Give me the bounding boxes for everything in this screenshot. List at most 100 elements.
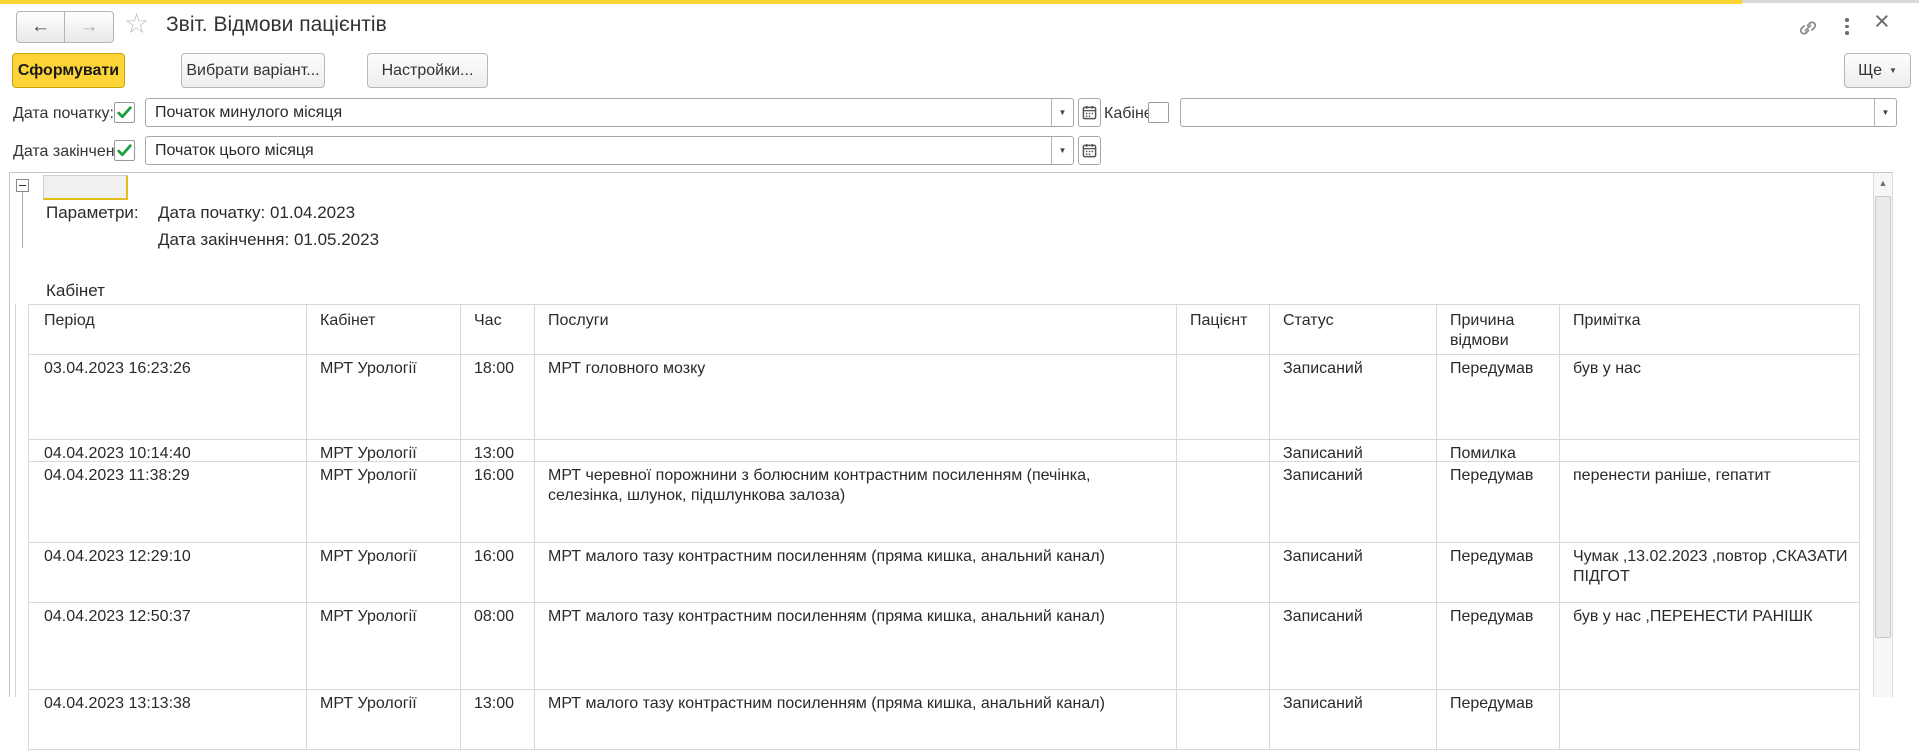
end-date-calendar-button[interactable]: [1078, 136, 1101, 165]
column-header-cabinet[interactable]: Кабінет: [307, 305, 461, 354]
end-date-dropdown-button[interactable]: ▼: [1051, 137, 1073, 164]
cell-patient[interactable]: [1177, 355, 1270, 439]
column-header-status[interactable]: Статус: [1270, 305, 1437, 354]
column-header-note[interactable]: Примітка: [1560, 305, 1860, 354]
end-date-checkbox[interactable]: [114, 140, 135, 161]
cell-cabinet[interactable]: МРТ Урології: [307, 440, 461, 461]
cell-cabinet[interactable]: МРТ Урології: [307, 690, 461, 749]
column-header-services[interactable]: Послуги: [535, 305, 1177, 354]
checkmark-icon: [116, 104, 133, 121]
generate-button[interactable]: Сформувати: [12, 53, 125, 88]
cell-note[interactable]: Чумак ,13.02.2023 ,повтор ,СКАЗАТИ ПІДГО…: [1560, 543, 1860, 602]
cell-reason[interactable]: Передумав: [1437, 690, 1560, 749]
column-header-patient[interactable]: Пацієнт: [1177, 305, 1270, 354]
cell-note[interactable]: [1560, 690, 1860, 749]
param-start-date: Дата початку: 01.04.2023: [158, 203, 355, 223]
cell-services[interactable]: [535, 440, 1177, 461]
cell-patient[interactable]: [1177, 462, 1270, 542]
cell-period[interactable]: 04.04.2023 13:13:38: [28, 690, 307, 749]
start-date-dropdown-button[interactable]: ▼: [1051, 99, 1073, 126]
report-area-border: [9, 172, 1893, 173]
cabinet-combobox[interactable]: ▼: [1180, 98, 1897, 127]
cell-status[interactable]: Записаний: [1270, 543, 1437, 602]
column-header-time[interactable]: Час: [461, 305, 535, 354]
cell-note[interactable]: був у нас ,ПЕРЕНЕСТИ РАНІШК: [1560, 603, 1860, 689]
cell-period[interactable]: 03.04.2023 16:23:26: [28, 355, 307, 439]
calendar-icon: [1082, 143, 1097, 158]
collapse-group-button[interactable]: [16, 179, 29, 192]
cell-patient[interactable]: [1177, 603, 1270, 689]
start-date-calendar-button[interactable]: [1078, 98, 1101, 127]
close-icon[interactable]: ×: [1874, 8, 1890, 35]
cell-services[interactable]: МРТ малого тазу контрастним посиленням (…: [535, 603, 1177, 689]
copy-link-icon[interactable]: [1795, 16, 1821, 45]
start-date-input[interactable]: Початок минулого місяця ▼: [145, 98, 1074, 127]
cell-period[interactable]: 04.04.2023 12:50:37: [28, 603, 307, 689]
cell-status[interactable]: Записаний: [1270, 603, 1437, 689]
favorite-star-icon[interactable]: ☆: [124, 10, 149, 38]
group-tree-line: [22, 192, 23, 248]
cell-services[interactable]: МРТ малого тазу контрастним посиленням (…: [535, 690, 1177, 749]
cell-period[interactable]: 04.04.2023 11:38:29: [28, 462, 307, 542]
table-row: 04.04.2023 11:38:29 МРТ Урології 16:00 М…: [28, 462, 1860, 543]
cell-reason[interactable]: Передумав: [1437, 543, 1560, 602]
cell-cabinet[interactable]: МРТ Урології: [307, 355, 461, 439]
cell-note[interactable]: [1560, 440, 1860, 461]
select-variant-button[interactable]: Вибрати варіант...: [181, 53, 325, 88]
scrollbar-thumb[interactable]: [1875, 196, 1891, 638]
cell-time[interactable]: 08:00: [461, 603, 535, 689]
cell-cabinet[interactable]: МРТ Урології: [307, 543, 461, 602]
cell-reason[interactable]: Передумав: [1437, 462, 1560, 542]
more-button[interactable]: Ще ▼: [1844, 53, 1911, 88]
cell-status[interactable]: Записаний: [1270, 462, 1437, 542]
table-row: 04.04.2023 13:13:38 МРТ Урології 13:00 М…: [28, 690, 1860, 750]
cell-time[interactable]: 16:00: [461, 543, 535, 602]
forward-button[interactable]: →: [65, 11, 114, 43]
table-row: 04.04.2023 12:29:10 МРТ Урології 16:00 М…: [28, 543, 1860, 603]
cell-cabinet[interactable]: МРТ Урології: [307, 462, 461, 542]
cell-time[interactable]: 18:00: [461, 355, 535, 439]
chevron-down-icon: ▼: [1059, 109, 1067, 117]
column-header-reason[interactable]: Причина відмови: [1437, 305, 1560, 354]
cell-reason[interactable]: Передумав: [1437, 603, 1560, 689]
cell-services[interactable]: МРТ головного мозку: [535, 355, 1177, 439]
more-menu-icon[interactable]: [1845, 18, 1849, 38]
calendar-icon: [1082, 105, 1097, 120]
column-header-period[interactable]: Період: [28, 305, 307, 354]
cell-cabinet[interactable]: МРТ Урології: [307, 603, 461, 689]
cell-reason[interactable]: Помилка: [1437, 440, 1560, 461]
cell-time[interactable]: 13:00: [461, 690, 535, 749]
group-header-cabinet: Кабінет: [46, 281, 105, 301]
cabinet-value: [1181, 99, 1874, 126]
cell-patient[interactable]: [1177, 543, 1270, 602]
table-row: 04.04.2023 12:50:37 МРТ Урології 08:00 М…: [28, 603, 1860, 690]
cell-status[interactable]: Записаний: [1270, 440, 1437, 461]
more-button-label: Ще: [1858, 62, 1882, 80]
end-date-input[interactable]: Початок цього місяця ▼: [145, 136, 1074, 165]
start-date-checkbox[interactable]: [114, 102, 135, 123]
settings-button[interactable]: Настройки...: [367, 53, 488, 88]
cell-patient[interactable]: [1177, 690, 1270, 749]
back-arrow-icon: ←: [31, 16, 50, 38]
scroll-up-icon[interactable]: ▲: [1873, 173, 1893, 193]
cabinet-dropdown-button[interactable]: ▼: [1874, 99, 1896, 126]
cell-period[interactable]: 04.04.2023 12:29:10: [28, 543, 307, 602]
cabinet-checkbox[interactable]: [1148, 102, 1169, 123]
back-button[interactable]: ←: [16, 11, 65, 43]
cell-period[interactable]: 04.04.2023 10:14:40: [28, 440, 307, 461]
cell-note[interactable]: був у нас: [1560, 355, 1860, 439]
cell-note[interactable]: перенести раніше, гепатит: [1560, 462, 1860, 542]
selected-cell[interactable]: [43, 175, 128, 200]
chevron-down-icon: ▼: [1882, 109, 1890, 117]
grid-gutter-line: [15, 304, 16, 697]
cell-time[interactable]: 13:00: [461, 440, 535, 461]
cell-services[interactable]: МРТ малого тазу контрастним посиленням (…: [535, 543, 1177, 602]
report-area-border-left: [9, 172, 10, 697]
cell-reason[interactable]: Передумав: [1437, 355, 1560, 439]
cell-time[interactable]: 16:00: [461, 462, 535, 542]
end-date-value: Початок цього місяця: [146, 137, 1051, 164]
cell-patient[interactable]: [1177, 440, 1270, 461]
cell-services[interactable]: МРТ черевної порожнини з болюсним контра…: [535, 462, 1177, 542]
cell-status[interactable]: Записаний: [1270, 690, 1437, 749]
cell-status[interactable]: Записаний: [1270, 355, 1437, 439]
